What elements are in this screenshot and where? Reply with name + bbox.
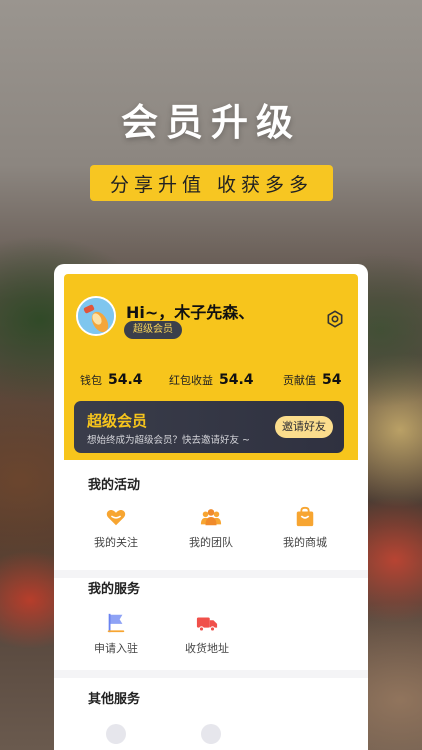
team-icon (200, 509, 222, 526)
stat-value: 54.4 (108, 372, 143, 388)
stat-contribution[interactable]: 贡献值 54 (283, 372, 341, 388)
vip-card: 超级会员 想始终成为超级会员？快去邀请好友 ~ 邀请好友 (74, 401, 344, 453)
vip-description: 想始终成为超级会员？快去邀请好友 ~ (87, 435, 250, 446)
stat-red-packet[interactable]: 红包收益 54.4 (169, 372, 254, 388)
delivery-truck-icon (196, 617, 218, 632)
shopping-bag-icon (296, 506, 314, 527)
flag-icon (107, 613, 125, 633)
service-icon[interactable] (106, 724, 126, 744)
phone-preview: Hi~，木子先森、 超级会员 钱包 54.4 红包收益 54.4 贡献值 54 … (54, 264, 368, 750)
grid-item-label: 申请入驻 (94, 642, 138, 655)
profile-header: Hi~，木子先森、 超级会员 钱包 54.4 红包收益 54.4 贡献值 54 … (64, 274, 358, 460)
grid-item-follows[interactable]: 我的关注 (76, 506, 156, 550)
avatar-shrimp-icon (78, 298, 114, 334)
promo-tagline: 分享升值 收获多多 (90, 165, 333, 201)
gear-icon[interactable] (326, 310, 344, 328)
vip-title: 超级会员 (87, 412, 148, 430)
avatar[interactable] (76, 296, 116, 336)
grid-item-label: 我的商城 (283, 536, 327, 549)
stat-value: 54 (322, 372, 342, 388)
grid-item-apply[interactable]: 申请入驻 (76, 612, 156, 656)
activities-section: 我的活动 我的关注 我的团队 我的商城 (54, 460, 368, 570)
grid-item-label: 我的关注 (94, 536, 138, 549)
stat-value: 54.4 (219, 372, 254, 388)
services-section: 我的服务 申请入驻 收货地址 (54, 578, 368, 676)
stat-label: 贡献值 (283, 374, 316, 387)
section-title: 我的活动 (88, 478, 141, 493)
stat-label: 钱包 (80, 374, 102, 387)
other-services-section: 其他服务 (54, 678, 368, 750)
stat-wallet[interactable]: 钱包 54.4 (80, 372, 143, 388)
grid-item-address[interactable]: 收货地址 (167, 612, 247, 656)
section-title: 其他服务 (88, 692, 141, 707)
service-icon[interactable] (201, 724, 221, 744)
section-title: 我的服务 (88, 582, 141, 597)
member-level-badge: 超级会员 (124, 321, 182, 339)
invite-friends-button[interactable]: 邀请好友 (275, 416, 333, 438)
promo-headline: 会员升级 (121, 101, 301, 144)
section-divider (54, 570, 368, 578)
stat-label: 红包收益 (169, 374, 213, 387)
grid-item-team[interactable]: 我的团队 (171, 506, 251, 550)
grid-item-label: 我的团队 (189, 536, 233, 549)
grid-item-label: 收货地址 (185, 642, 229, 655)
heart-icon (106, 510, 126, 526)
greeting-text: Hi~，木子先森、 (126, 303, 255, 322)
grid-item-mall[interactable]: 我的商城 (265, 506, 345, 550)
section-divider (54, 670, 368, 678)
